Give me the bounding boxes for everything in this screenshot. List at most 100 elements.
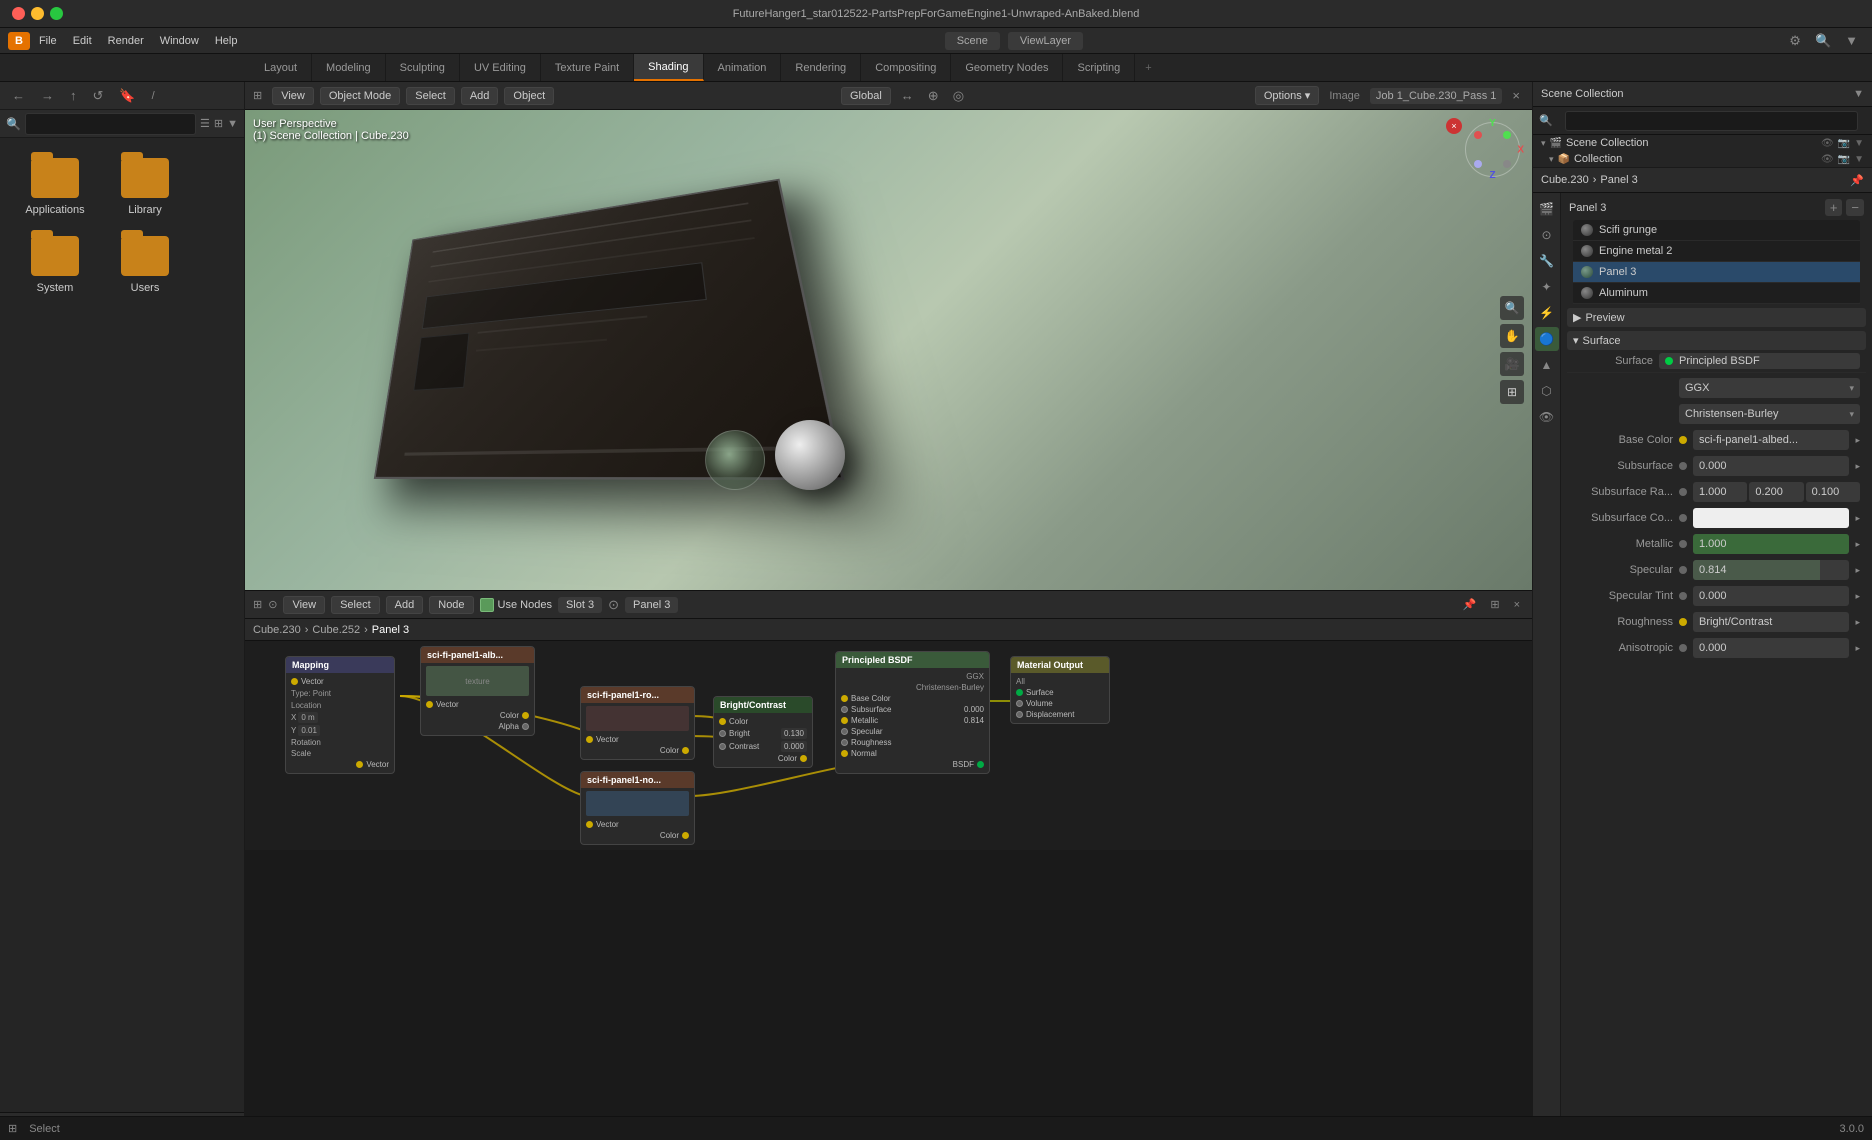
outliner-search-input[interactable]: [1565, 111, 1858, 131]
tool-orbit[interactable]: 🎥: [1500, 352, 1524, 376]
viewport-close-icon[interactable]: ×: [1508, 88, 1524, 103]
tab-sculpting[interactable]: Sculpting: [386, 54, 460, 81]
outliner-restrict-btn[interactable]: 📷: [1838, 138, 1850, 149]
use-nodes-toggle[interactable]: Use Nodes: [480, 598, 552, 612]
sidebar-bookmark-button[interactable]: 🔖: [115, 86, 139, 106]
tool-pan[interactable]: ✋: [1500, 324, 1524, 348]
base-color-value[interactable]: sci-fi-panel1-albed...: [1693, 430, 1849, 450]
node-bright-contrast[interactable]: Bright/Contrast Color Bright 0.130 Contr…: [713, 696, 813, 768]
props-icon-material[interactable]: 🔵: [1535, 327, 1559, 351]
sidebar-up-button[interactable]: ↑: [66, 86, 81, 105]
contrast-value[interactable]: 0.000: [781, 741, 807, 752]
props-icon-modifier[interactable]: 🔧: [1535, 249, 1559, 273]
folder-applications[interactable]: Applications: [20, 158, 90, 216]
tab-shading[interactable]: Shading: [634, 54, 703, 81]
viewlayer-selector[interactable]: ViewLayer: [1008, 32, 1083, 50]
props-icon-mesh[interactable]: ▲: [1535, 353, 1559, 377]
props-icon-particles[interactable]: ✦: [1535, 275, 1559, 299]
props-icon-scene[interactable]: 🎬: [1535, 197, 1559, 221]
snap-icon[interactable]: ⊕: [924, 88, 943, 104]
ss-color-reset[interactable]: ▸: [1855, 513, 1860, 524]
breadcrumb-cube252[interactable]: Cube.252: [312, 624, 360, 636]
header-icon3[interactable]: ▼: [1839, 33, 1864, 48]
close-button[interactable]: [12, 7, 25, 20]
sidebar-filter-button[interactable]: ▼: [227, 118, 238, 130]
proportional-icon[interactable]: ◎: [949, 88, 968, 104]
node-texture-albedo[interactable]: sci-fi-panel1-alb... texture Vector Colo…: [420, 646, 535, 736]
tab-geometry-nodes[interactable]: Geometry Nodes: [951, 54, 1063, 81]
folder-library[interactable]: Library: [110, 158, 180, 216]
outliner-eye-btn[interactable]: 👁: [1821, 138, 1834, 149]
specular-bar[interactable]: 0.814: [1693, 560, 1849, 580]
props-icon-view[interactable]: 👁: [1535, 405, 1559, 429]
ss-radius-x[interactable]: 1.000: [1693, 482, 1747, 502]
outliner-filter-icon[interactable]: ▼: [1853, 88, 1864, 100]
menu-help[interactable]: Help: [208, 32, 245, 50]
node-material-output[interactable]: Material Output All Surface Volume Displ…: [1010, 656, 1110, 724]
menu-render[interactable]: Render: [101, 32, 151, 50]
ss-radius-z[interactable]: 0.100: [1806, 482, 1860, 502]
roughness-reset[interactable]: ▸: [1855, 617, 1860, 628]
viewport-select-button[interactable]: Select: [406, 87, 455, 105]
tab-layout[interactable]: Layout: [250, 54, 312, 81]
tab-rendering[interactable]: Rendering: [781, 54, 861, 81]
tab-uv-editing[interactable]: UV Editing: [460, 54, 541, 81]
material-remove-btn[interactable]: −: [1846, 199, 1864, 216]
node-canvas[interactable]: Mapping Vector Type: Point Location X 0 …: [245, 641, 1532, 850]
minimize-button[interactable]: [31, 7, 44, 20]
pass-selector[interactable]: Job 1_Cube.230_Pass 1: [1370, 88, 1502, 104]
add-workspace-button[interactable]: +: [1135, 54, 1161, 81]
sidebar-search-input[interactable]: [25, 113, 196, 135]
node-view-button[interactable]: View: [283, 596, 325, 614]
material-item-1[interactable]: Engine metal 2: [1573, 241, 1860, 262]
menu-edit[interactable]: Edit: [66, 32, 99, 50]
material-item-2[interactable]: Panel 3: [1573, 262, 1860, 283]
collection-eye-btn[interactable]: 👁: [1821, 154, 1834, 165]
viewport-options-button[interactable]: Options ▾: [1255, 86, 1320, 105]
folder-system[interactable]: System: [20, 236, 90, 294]
props-icon-object[interactable]: ⊙: [1535, 223, 1559, 247]
viewport-x-close-button[interactable]: ×: [1446, 118, 1462, 134]
tool-zoom[interactable]: 🔍: [1500, 296, 1524, 320]
scene-selector[interactable]: Scene: [945, 32, 1000, 50]
collection-camera-btn[interactable]: 📷: [1838, 154, 1850, 165]
ss-radius-y[interactable]: 0.200: [1749, 482, 1803, 502]
specular-reset[interactable]: ▸: [1855, 565, 1860, 576]
node-node-button[interactable]: Node: [429, 596, 473, 614]
header-icon2[interactable]: 🔍: [1809, 33, 1837, 49]
surface-type-value[interactable]: Principled BSDF: [1659, 353, 1860, 369]
viewport-view-right[interactable]: Image: [1325, 90, 1364, 102]
surface-section-header[interactable]: ▾ Surface: [1567, 331, 1866, 350]
specular-tint-reset[interactable]: ▸: [1855, 591, 1860, 602]
outliner-scene-collection[interactable]: ▾ 🎬 Scene Collection 👁 📷 ▼: [1533, 135, 1872, 151]
rotation-gizmo[interactable]: X Y Z: [1465, 122, 1520, 177]
sidebar-forward-button[interactable]: →: [37, 86, 58, 105]
use-nodes-checkbox[interactable]: [480, 598, 494, 612]
tab-scripting[interactable]: Scripting: [1063, 54, 1135, 81]
anisotropic-bar[interactable]: 0.000: [1693, 638, 1849, 658]
transform-icon[interactable]: ↔: [897, 88, 918, 103]
sidebar-reload-button[interactable]: ↺: [89, 86, 108, 106]
bright-value[interactable]: 0.130: [781, 728, 807, 739]
metallic-bar[interactable]: 1.000: [1693, 534, 1849, 554]
roughness-value[interactable]: Bright/Contrast: [1693, 612, 1849, 632]
ss-color-swatch[interactable]: [1693, 508, 1849, 528]
tab-compositing[interactable]: Compositing: [861, 54, 951, 81]
sidebar-grid-view-button[interactable]: ⊞: [214, 117, 223, 130]
viewport-global-button[interactable]: Global: [841, 87, 891, 105]
material-item-3[interactable]: Aluminum: [1573, 283, 1860, 304]
breadcrumb-cube230[interactable]: Cube.230: [253, 624, 301, 636]
menu-window[interactable]: Window: [153, 32, 206, 50]
sidebar-list-view-button[interactable]: ☰: [200, 117, 210, 130]
node-principled-bsdf[interactable]: Principled BSDF GGX Christensen-Burley B…: [835, 651, 990, 774]
tab-texture-paint[interactable]: Texture Paint: [541, 54, 634, 81]
sidebar-back-button[interactable]: ←: [8, 86, 29, 105]
tab-animation[interactable]: Animation: [704, 54, 782, 81]
props-icon-uv[interactable]: ⬡: [1535, 379, 1559, 403]
viewport-3d[interactable]: User Perspective (1) Scene Collection | …: [245, 110, 1532, 590]
node-texture-normal[interactable]: sci-fi-panel1-no... Vector Color: [580, 771, 695, 845]
loc-y[interactable]: 0.01: [298, 725, 320, 736]
preview-section-header[interactable]: ▶ Preview: [1567, 308, 1866, 327]
ss-method-value[interactable]: Christensen-Burley ▾: [1679, 404, 1860, 424]
node-select-button[interactable]: Select: [331, 596, 380, 614]
